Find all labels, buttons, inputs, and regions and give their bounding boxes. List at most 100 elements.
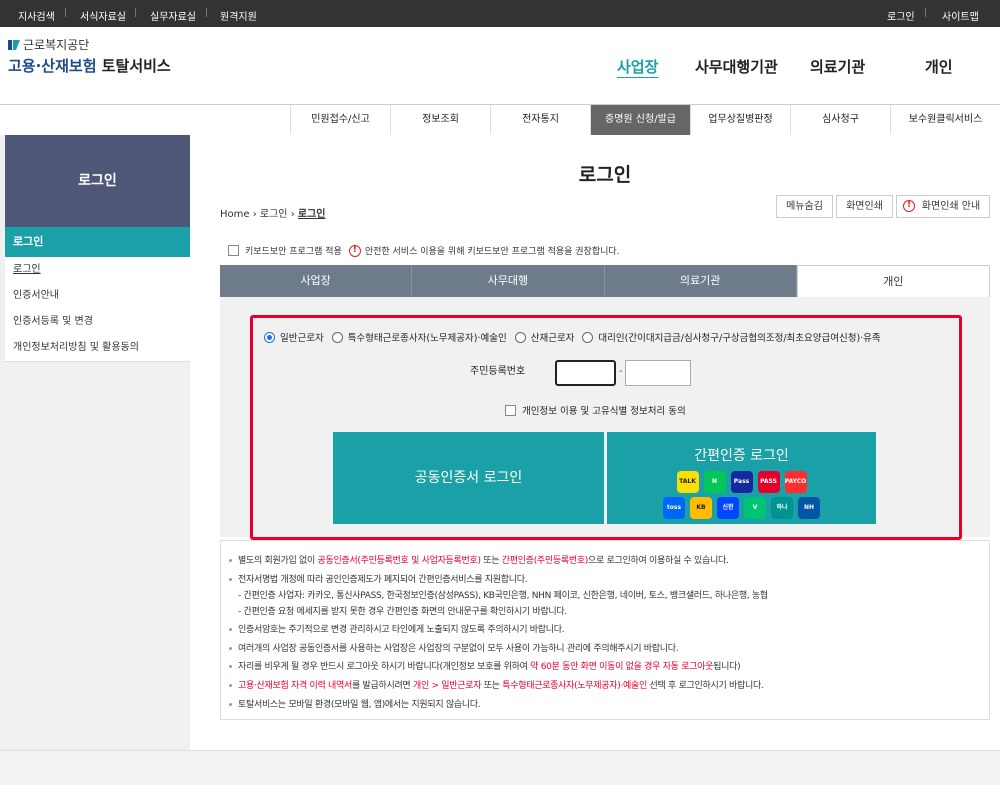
agency-logo-icon xyxy=(8,39,20,51)
keyboard-security-notice: 안전한 서비스 이용을 위해 키보드보안 프로그램 적용을 권장합니다. xyxy=(364,247,620,257)
breadcrumb: Home › 로그인 › 로그인 xyxy=(220,205,326,220)
breadcrumb-level1[interactable]: 로그인 xyxy=(260,209,288,220)
naver-icon: N xyxy=(703,471,726,493)
notice-box: 별도의 회원가입 없이 공동인증서(주민등록번호 및 사업자등록번호) 또는 간… xyxy=(220,540,990,720)
gnb-individual[interactable]: 개인 xyxy=(925,56,953,77)
radio-special-worker[interactable] xyxy=(331,331,343,343)
simple-auth-icons-row1: TALK N Pass PASS PAYCO xyxy=(607,471,876,493)
link-remote-support[interactable]: 원격지원 xyxy=(220,8,257,23)
menu-hide-button[interactable]: 메뉴숨김 xyxy=(776,195,833,218)
sidebar-menu: 로그인 인증서안내 인증서등록 및 변경 개인정보처리방침 및 활용동의 xyxy=(5,257,190,362)
privacy-agree-row: 개인정보 이용 및 고유식별 정보처리 동의 xyxy=(505,403,686,417)
notice-subitem: - 간편인증 사업자: 카카오, 통신사PASS, 한국정보인증(삼성PASS)… xyxy=(238,591,768,601)
separator: | xyxy=(205,8,209,18)
hana-icon: 하나 xyxy=(771,497,793,519)
tab-business[interactable]: 사업장 xyxy=(220,265,413,297)
subnav-disease-judgment[interactable]: 업무상질병판정 xyxy=(690,105,790,135)
sidebar-item-login[interactable]: 로그인 xyxy=(5,257,190,283)
subnav-info-lookup[interactable]: 정보조회 xyxy=(390,105,490,135)
notice-item: 토탈서비스는 모바일 환경(모바일 웹, 앱)에서는 지원되지 않습니다. xyxy=(229,697,481,710)
sidebar-item-privacy[interactable]: 개인정보처리방침 및 활용동의 xyxy=(5,335,190,361)
sub-navigation: 민원접수/신고 정보조회 전자통지 증명원 신청/발급 업무상질병판정 심사청구… xyxy=(290,105,1000,135)
site-logo[interactable]: 근로복지공단 고용·산재보험 토탈서비스 xyxy=(8,36,171,76)
link-sitemap[interactable]: 사이트맵 xyxy=(942,8,979,23)
rrn-back-input[interactable] xyxy=(625,360,691,386)
notice-item: 고용·산재보험 자격 이력 내역서를 발급하시려면 개인 > 일반근로자 또는 … xyxy=(229,678,764,691)
tab-agency[interactable]: 사무대행 xyxy=(412,265,605,297)
nh-icon: NH xyxy=(798,497,820,519)
radio-label: 대리인(간이대지급금/심사청구/구상금협의조정/최초요양급여신청)·유족 xyxy=(598,333,881,344)
agency-name: 근로복지공단 xyxy=(23,38,90,52)
simple-auth-login-button[interactable]: 간편인증 로그인 TALK N Pass PASS PAYCO toss KB 신한 V 하나 N… xyxy=(607,432,876,524)
subnav-civil-petition[interactable]: 민원접수/신고 xyxy=(290,105,390,135)
banksalad-icon: V xyxy=(744,497,766,519)
notice-item: 인증서암호는 주기적으로 변경 관리하시고 타인에게 노출되지 않도록 주의하시… xyxy=(229,622,565,635)
rrn-front-input[interactable] xyxy=(555,360,616,386)
simple-auth-icons-row2: toss KB 신한 V 하나 NH xyxy=(607,497,876,519)
link-login[interactable]: 로그인 xyxy=(887,8,915,23)
subnav-wage-one-click[interactable]: 보수원클릭서비스 xyxy=(890,105,1000,135)
rrn-label: 주민등록번호 xyxy=(470,366,526,377)
alert-icon: ! xyxy=(348,244,361,257)
payco-icon: PAYCO xyxy=(784,471,807,493)
link-resources[interactable]: 실무자료실 xyxy=(150,8,196,23)
privacy-agree-label: 개인정보 이용 및 고유식별 정보처리 동의 xyxy=(522,406,686,417)
tab-individual[interactable]: 개인 xyxy=(796,265,990,297)
breadcrumb-current[interactable]: 로그인 xyxy=(298,209,326,220)
keyboard-security-row: 키보드보안 프로그램 적용 ! 안전한 서비스 이용을 위해 키보드보안 프로그… xyxy=(228,244,620,257)
sidebar-item-cert-guide[interactable]: 인증서안내 xyxy=(5,283,190,309)
login-type-tabs: 사업장 사무대행 의료기관 개인 xyxy=(220,265,990,297)
subnav-certificate[interactable]: 증명원 신청/발급 xyxy=(590,105,690,135)
print-guide-button[interactable]: ! 화면인쇄 안내 xyxy=(896,195,990,218)
kakao-icon: TALK xyxy=(676,471,699,493)
pass-icon: PASS xyxy=(757,471,780,493)
gnb-medical[interactable]: 의료기관 xyxy=(810,56,865,77)
breadcrumb-home[interactable]: Home xyxy=(220,209,250,220)
cert-login-button[interactable]: 공동인증서 로그인 xyxy=(333,432,604,524)
shinhan-icon: 신한 xyxy=(717,497,739,519)
radio-representative[interactable] xyxy=(582,331,594,343)
service-name-b: 토탈서비스 xyxy=(101,57,171,75)
gnb-business[interactable]: 사업장 xyxy=(617,56,658,77)
sidebar-item-cert-register[interactable]: 인증서등록 및 변경 xyxy=(5,309,190,335)
toss-icon: toss xyxy=(663,497,685,519)
link-forms[interactable]: 서식자료실 xyxy=(80,8,126,23)
subnav-e-notice[interactable]: 전자통지 xyxy=(490,105,590,135)
radio-label: 일반근로자 xyxy=(280,333,324,344)
gnb-agency[interactable]: 사무대행기관 xyxy=(695,56,778,77)
radio-industrial-accident-worker[interactable] xyxy=(514,331,526,343)
tab-medical[interactable]: 의료기관 xyxy=(604,265,797,297)
simple-auth-label: 간편인증 로그인 xyxy=(694,448,789,464)
separator: | xyxy=(134,8,138,18)
utility-bar: 지사검색 | 서식자료실 | 실무자료실 | 원격지원 로그인 | 사이트맵 xyxy=(0,0,1000,27)
notice-item: 전자서명법 개정에 따라 공인인증제도가 폐지되어 간편인증서비스를 지원합니다… xyxy=(229,572,528,585)
radio-general-worker[interactable] xyxy=(264,331,275,343)
user-type-radios: 일반근로자 특수형태근로종사자(노무제공자)·예술인 산재근로자 대리인(간이대… xyxy=(264,330,889,344)
notice-item: 자리를 비우게 될 경우 반드시 로그아웃 하시기 바랍니다(개인정보 보호를 … xyxy=(229,659,741,672)
service-name-a: 고용·산재보험 xyxy=(8,57,97,75)
print-button[interactable]: 화면인쇄 xyxy=(836,195,893,218)
link-branch-search[interactable]: 지사검색 xyxy=(18,8,55,23)
alert-icon: ! xyxy=(903,200,915,212)
radio-label: 특수형태근로종사자(노무제공자)·예술인 xyxy=(347,333,507,344)
footer xyxy=(0,750,1000,785)
kb-icon: KB xyxy=(690,497,712,519)
rrn-dash: - xyxy=(619,366,623,377)
page-title: 로그인 xyxy=(578,164,632,186)
notice-subitem: - 간편인증 요청 메세지를 받지 못한 경우 간편인증 화면의 안내문구를 확… xyxy=(238,607,567,617)
keyboard-security-checkbox[interactable] xyxy=(228,245,239,256)
privacy-agree-checkbox[interactable] xyxy=(505,404,516,416)
print-guide-label: 화면인쇄 안내 xyxy=(921,201,981,212)
separator: | xyxy=(924,8,928,18)
samsung-pass-icon: Pass xyxy=(730,471,753,493)
keyboard-security-label: 키보드보안 프로그램 적용 xyxy=(245,247,342,257)
subnav-review-request[interactable]: 심사청구 xyxy=(790,105,890,135)
chevron-right-icon: › xyxy=(290,209,298,220)
separator: | xyxy=(64,8,68,18)
chevron-right-icon: › xyxy=(252,209,260,220)
sidebar-header[interactable]: 로그인 xyxy=(5,227,190,257)
notice-item: 별도의 회원가입 없이 공동인증서(주민등록번호 및 사업자등록번호) 또는 간… xyxy=(229,553,729,566)
notice-item: 여러개의 사업장 공동인증서를 사용하는 사업장은 사업장의 구분없이 모두 사… xyxy=(229,641,679,654)
sidebar-title: 로그인 xyxy=(5,135,190,227)
radio-label: 산재근로자 xyxy=(530,333,575,344)
